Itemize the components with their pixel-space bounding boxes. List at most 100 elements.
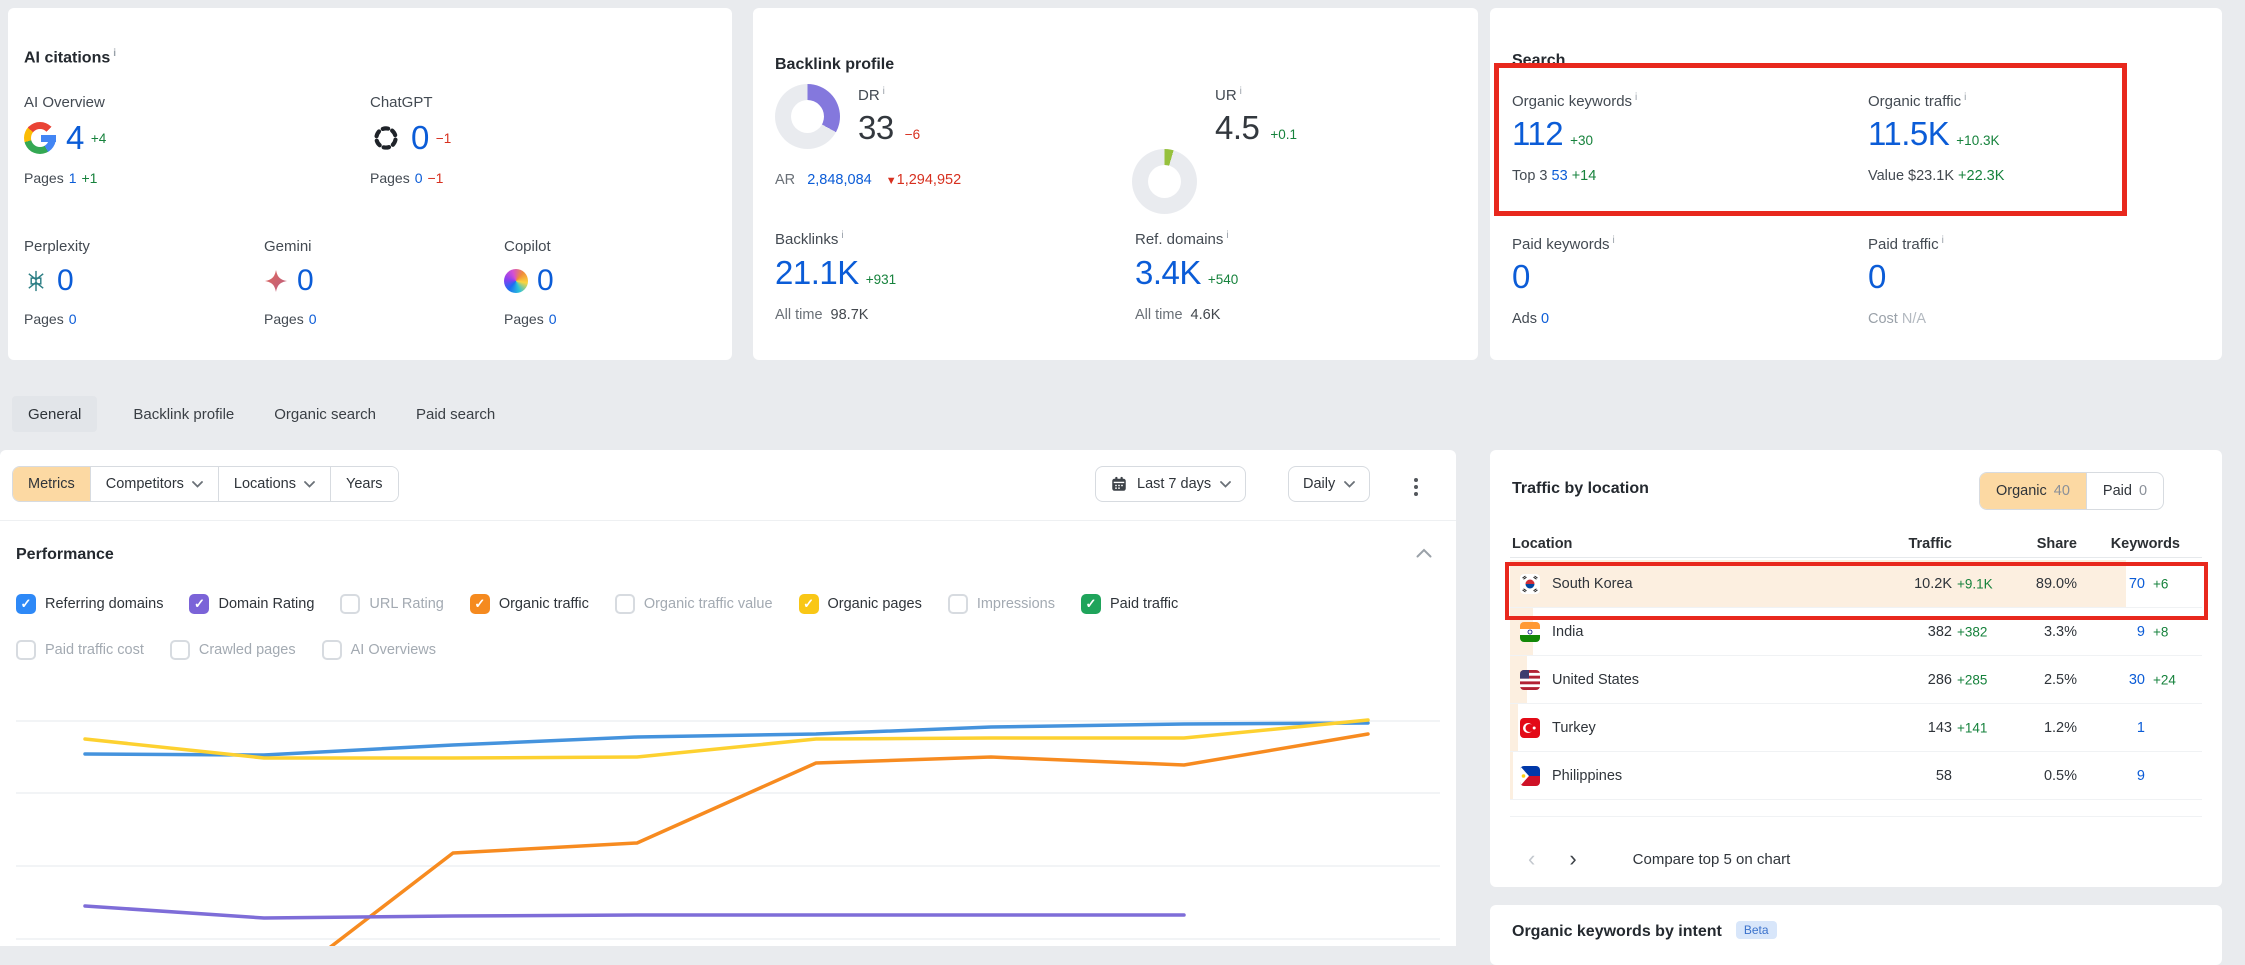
intent-title-row: Organic keywords by intent Beta: [1512, 923, 1777, 941]
location-name[interactable]: United States: [1552, 672, 1639, 688]
traffic-pagination: ‹ › Compare top 5 on chart: [1528, 848, 1790, 870]
metric-gemini: Gemini 0 Pages0: [264, 238, 484, 327]
dr-value-row: 33 −6: [858, 110, 920, 146]
next-page-button[interactable]: ›: [1569, 848, 1576, 870]
ref-domains-value[interactable]: 3.4K: [1135, 254, 1201, 291]
location-name[interactable]: India: [1552, 624, 1583, 640]
checkbox-paid-traffic[interactable]: Paid traffic: [1081, 594, 1178, 614]
copilot-value[interactable]: 0: [537, 264, 553, 297]
table-row-turkey[interactable]: Turkey 143 +141 1.2% 1: [1510, 704, 2202, 752]
performance-line-chart[interactable]: [0, 690, 1456, 946]
traffic-table-header: Location Traffic Share Keywords: [1510, 530, 2202, 558]
location-name[interactable]: South Korea: [1552, 576, 1633, 592]
divider: [0, 520, 1456, 521]
keywords-link[interactable]: 9: [2137, 768, 2145, 784]
info-icon[interactable]: i: [1964, 92, 1966, 103]
checkbox-organic-traffic[interactable]: Organic traffic: [470, 594, 589, 614]
info-icon[interactable]: i: [1240, 86, 1242, 97]
dr-value: 33: [858, 109, 894, 146]
competitors-button[interactable]: Competitors: [90, 467, 218, 501]
keywords-link[interactable]: 9: [2137, 624, 2145, 640]
toggle-organic[interactable]: Organic40: [1980, 473, 2086, 509]
info-icon[interactable]: i: [883, 86, 885, 97]
table-row-south-korea[interactable]: South Korea 10.2K +9.1K 89.0% 70 +6: [1510, 560, 2202, 608]
gemini-value[interactable]: 0: [297, 264, 313, 297]
chatgpt-icon: [370, 122, 402, 154]
perplexity-value[interactable]: 0: [57, 264, 73, 297]
info-icon[interactable]: i: [1226, 230, 1228, 241]
locations-button[interactable]: Locations: [218, 467, 330, 501]
info-icon[interactable]: i: [113, 48, 116, 59]
ref-domains-block: Ref. domainsi 3.4K+540 All time4.6K: [1135, 230, 1465, 323]
tab-general[interactable]: General: [12, 396, 97, 432]
dr-label: DRi: [858, 86, 885, 104]
chevron-down-icon: [304, 481, 315, 488]
ai-citations-title: AI citationsi: [24, 48, 116, 67]
prev-page-button[interactable]: ‹: [1528, 848, 1535, 870]
checkbox-paid-traffic-cost[interactable]: Paid traffic cost: [16, 640, 144, 660]
chevron-down-icon: [1220, 481, 1231, 488]
date-range-button[interactable]: Last 7 days: [1095, 466, 1246, 502]
compare-top5-link[interactable]: Compare top 5 on chart: [1633, 851, 1791, 868]
more-options-button[interactable]: [1408, 472, 1424, 502]
chatgpt-value[interactable]: 0: [411, 120, 429, 156]
backlinks-value[interactable]: 21.1K: [775, 254, 859, 291]
backlink-profile-title: Backlink profile: [775, 56, 894, 74]
checkbox-crawled-pages[interactable]: Crawled pages: [170, 640, 296, 660]
keywords-link[interactable]: 1: [2137, 720, 2145, 736]
checkbox-domain-rating[interactable]: Domain Rating: [189, 594, 314, 614]
paid-traffic-value[interactable]: 0: [1868, 258, 1886, 295]
paid-keywords-value[interactable]: 0: [1512, 258, 1530, 295]
section-tabs: General Backlink profile Organic search …: [12, 396, 499, 432]
tab-organic-search[interactable]: Organic search: [270, 396, 380, 432]
copilot-icon: [504, 269, 528, 293]
metric-checkbox-row-1: Referring domains Domain Rating URL Rati…: [16, 594, 1178, 614]
location-name[interactable]: Philippines: [1552, 768, 1622, 784]
table-row-philippines[interactable]: Philippines 58 0.5% 9: [1510, 752, 2202, 800]
search-title: Search: [1512, 52, 1565, 70]
organic-keywords-value[interactable]: 112: [1512, 115, 1563, 152]
keywords-link[interactable]: 70: [2129, 576, 2145, 592]
years-button[interactable]: Years: [330, 467, 398, 501]
chevron-down-icon: [192, 481, 203, 488]
chevron-down-icon: [1344, 481, 1355, 488]
granularity-button[interactable]: Daily: [1288, 466, 1370, 502]
metrics-button[interactable]: Metrics: [13, 467, 90, 501]
info-icon[interactable]: i: [841, 230, 843, 241]
table-row-united-states[interactable]: United States 286 +285 2.5% 30 +24: [1510, 656, 2202, 704]
search-card: Search Organic keywordsi 112+30 Top 3 53…: [1490, 8, 2222, 360]
traffic-by-location-card: Traffic by location Organic40 Paid0 Loca…: [1490, 450, 2222, 887]
table-row-india[interactable]: India 382 +382 3.3% 9 +8: [1510, 608, 2202, 656]
chart-line-domain-rating: [85, 906, 1184, 918]
share-bar: [1510, 752, 1513, 799]
keywords-link[interactable]: 30: [2129, 672, 2145, 688]
metric-perplexity: Perplexity 0 Pages0: [24, 238, 244, 327]
info-icon[interactable]: i: [1942, 235, 1944, 246]
tab-paid-search[interactable]: Paid search: [412, 396, 499, 432]
calendar-icon: [1110, 475, 1128, 493]
down-triangle-icon: ▼: [886, 175, 897, 187]
ur-value-row: 4.5 +0.1: [1215, 110, 1297, 146]
info-icon[interactable]: i: [1635, 92, 1637, 103]
checkbox-referring-domains[interactable]: Referring domains: [16, 594, 163, 614]
collapse-chevron-up-icon[interactable]: [1416, 548, 1432, 558]
beta-badge: Beta: [1736, 921, 1777, 939]
checkbox-url-rating[interactable]: URL Rating: [340, 594, 443, 614]
gemini-icon: [264, 269, 288, 293]
checkbox-organic-pages[interactable]: Organic pages: [799, 594, 922, 614]
organic-keywords-block: Organic keywordsi 112+30 Top 3 53 +14: [1512, 92, 1842, 184]
toggle-paid[interactable]: Paid0: [2086, 473, 2163, 509]
metric-chatgpt: ChatGPT 0 −1 Pages0−1: [370, 94, 700, 186]
organic-traffic-value[interactable]: 11.5K: [1868, 115, 1949, 152]
metric-copilot: Copilot 0 Pages0: [504, 238, 714, 327]
ai-overview-value[interactable]: 4: [66, 120, 84, 156]
ar-value[interactable]: 2,848,084: [807, 172, 872, 188]
flag-united-states-icon: [1520, 670, 1540, 690]
location-name[interactable]: Turkey: [1552, 720, 1596, 736]
info-icon[interactable]: i: [1613, 235, 1615, 246]
checkbox-ai-overviews[interactable]: AI Overviews: [322, 640, 436, 660]
checkbox-organic-traffic-value[interactable]: Organic traffic value: [615, 594, 773, 614]
checkbox-impressions[interactable]: Impressions: [948, 594, 1055, 614]
tab-backlink-profile[interactable]: Backlink profile: [129, 396, 238, 432]
view-switcher: Metrics Competitors Locations Years: [12, 466, 399, 502]
